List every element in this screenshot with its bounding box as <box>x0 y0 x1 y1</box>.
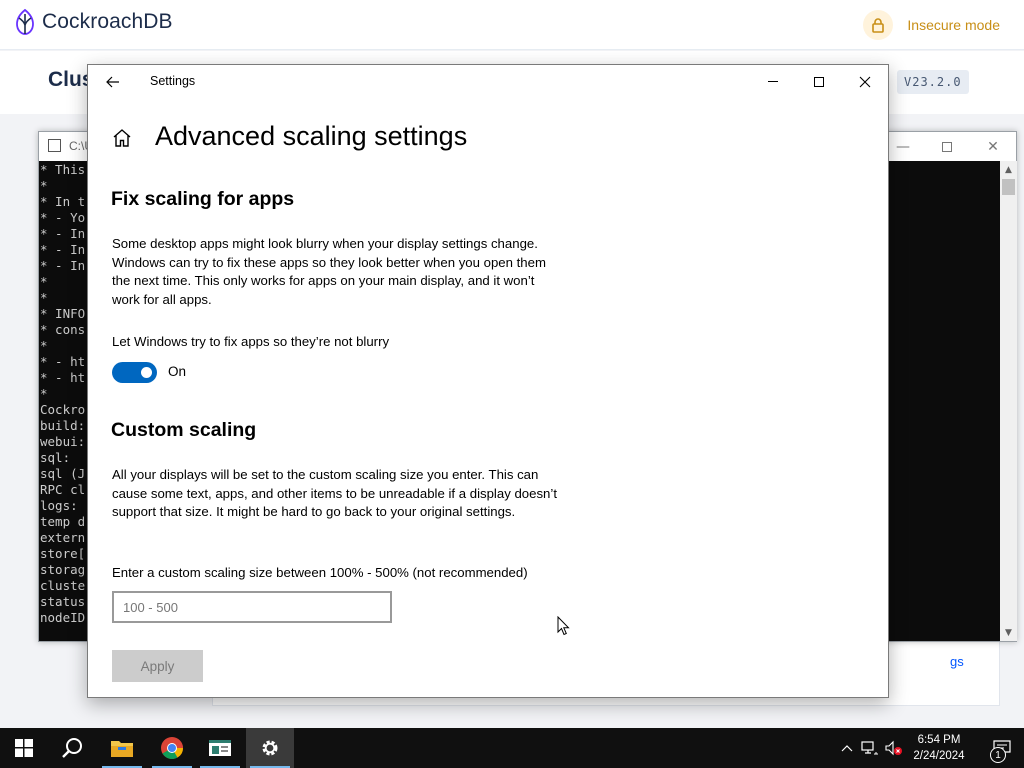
console-line: * <box>40 338 48 353</box>
clock-date: 2/24/2024 <box>913 750 965 762</box>
console-line: build: <box>40 418 86 433</box>
settings-titlebar[interactable]: Settings <box>88 65 888 98</box>
chrome-button[interactable] <box>148 728 196 768</box>
console-line: status <box>40 594 86 609</box>
custom-scaling-description: All your displays will be set to the cus… <box>112 467 557 519</box>
page-heading: Advanced scaling settings <box>155 121 468 151</box>
settings-icon <box>262 740 278 756</box>
cockroach-logo-icon <box>16 8 34 35</box>
console-line: * - Yo <box>40 210 86 225</box>
console-line: storag <box>40 562 86 577</box>
fix-scaling-section-title: Fix scaling for apps <box>111 188 295 210</box>
close-icon[interactable] <box>842 65 888 98</box>
console-line: temp d <box>40 514 86 529</box>
console-line: Cockro <box>40 402 86 417</box>
console-line: * <box>40 386 48 401</box>
console-line: * - ht <box>40 370 86 385</box>
console-line: RPC cl <box>40 482 86 497</box>
console-line: * <box>40 178 48 193</box>
console-scrollbar[interactable]: ▲ ▼ <box>1000 161 1017 641</box>
close-icon[interactable]: ✕ <box>970 132 1016 161</box>
crdb-logo[interactable]: CockroachDB <box>14 8 173 36</box>
maximize-icon[interactable] <box>924 132 970 161</box>
toggle-knob <box>141 367 152 378</box>
fix-apps-toggle[interactable] <box>112 362 157 383</box>
console-line: nodeID <box>40 610 86 625</box>
console-line: extern <box>40 530 86 545</box>
settings-button[interactable] <box>246 728 294 768</box>
crdb-logo-text: CockroachDB <box>42 10 173 33</box>
console-line: * <box>40 290 48 305</box>
mouse-cursor-icon <box>557 616 570 636</box>
toggle-state-label: On <box>168 364 187 379</box>
home-icon[interactable] <box>110 126 134 150</box>
chevron-up-icon[interactable] <box>837 738 857 758</box>
chrome-icon <box>161 737 183 759</box>
console-line: sql: <box>40 450 71 465</box>
card-link[interactable]: gs <box>950 654 964 669</box>
version-badge: V23.2.0 <box>897 70 969 94</box>
console-line: * - In <box>40 226 86 241</box>
console-line: cluste <box>40 578 86 593</box>
taskbar: 6:54 PM 2/24/2024 <box>0 728 1024 768</box>
console-line: * In t <box>40 194 86 209</box>
taskbar-clock[interactable]: 6:54 PM 2/24/2024 <box>902 732 976 764</box>
scroll-down-icon[interactable]: ▼ <box>1000 624 1017 641</box>
file-explorer-icon <box>111 741 133 757</box>
terminal-button[interactable] <box>196 728 244 768</box>
custom-scaling-section-title: Custom scaling <box>111 419 257 441</box>
scroll-up-icon[interactable]: ▲ <box>1000 161 1017 178</box>
back-arrow-icon[interactable] <box>98 69 128 95</box>
file-explorer-button[interactable] <box>98 728 146 768</box>
custom-scaling-input[interactable] <box>112 591 392 623</box>
lock-icon <box>863 10 894 40</box>
windows-logo-icon <box>15 739 33 757</box>
terminal-icon <box>209 740 231 756</box>
apply-button[interactable]: Apply <box>112 650 203 682</box>
console-app-icon <box>48 139 61 152</box>
custom-scaling-input-label: Enter a custom scaling size between 100%… <box>112 565 528 580</box>
console-line: * - ht <box>40 354 86 369</box>
console-line: webui: <box>40 434 86 449</box>
console-line: logs: <box>40 498 78 513</box>
search-button[interactable] <box>48 728 96 768</box>
minimize-icon[interactable] <box>750 65 796 98</box>
scrollbar-thumb[interactable] <box>1002 179 1015 195</box>
console-line: * cons <box>40 322 86 337</box>
maximize-icon[interactable] <box>796 65 842 98</box>
settings-window-title: Settings <box>150 74 196 88</box>
insecure-mode-label: Insecure mode <box>907 17 1000 33</box>
fix-apps-toggle-label: Let Windows try to fix apps so they’re n… <box>112 334 390 349</box>
console-line: * - In <box>40 242 86 257</box>
fix-scaling-description: Some desktop apps might look blurry when… <box>112 236 546 307</box>
clock-time: 6:54 PM <box>917 734 961 746</box>
volume-muted-icon[interactable] <box>884 738 904 758</box>
start-button[interactable] <box>0 728 48 768</box>
network-icon[interactable] <box>860 738 880 758</box>
settings-window[interactable]: Settings Advanced scaling settings Fix s… <box>87 64 889 698</box>
console-line: * This <box>40 162 86 177</box>
search-icon <box>62 738 82 758</box>
console-line: * - In <box>40 258 86 273</box>
console-line: store[ <box>40 546 86 561</box>
console-line: sql (J <box>40 466 86 481</box>
console-line: * INFO <box>40 306 86 321</box>
insecure-mode-indicator[interactable]: Insecure mode <box>863 10 1000 40</box>
console-line: * <box>40 274 48 289</box>
notification-count-badge: 1 <box>990 747 1006 763</box>
crdb-header: CockroachDB Insecure mode <box>0 0 1024 50</box>
